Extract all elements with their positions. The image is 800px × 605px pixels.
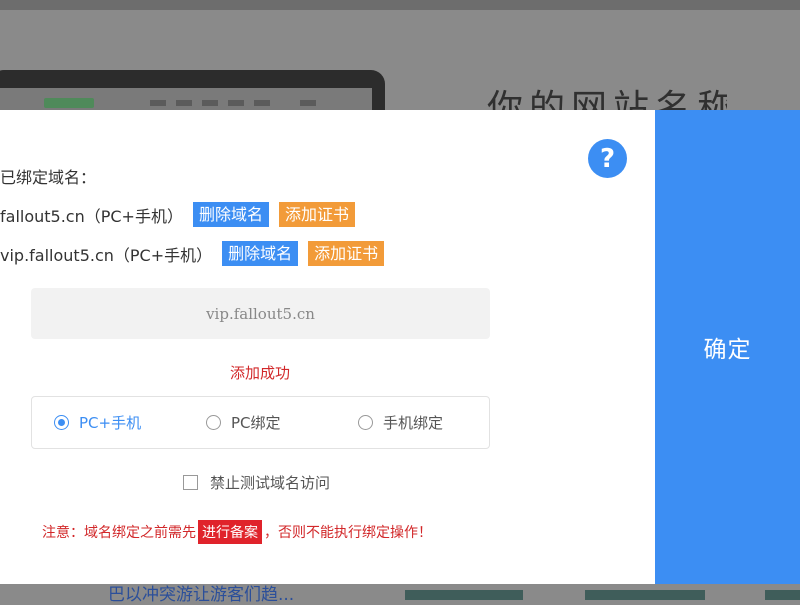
background-thumbnail <box>405 590 523 600</box>
confirm-button[interactable]: 确定 <box>655 110 800 584</box>
add-certificate-button[interactable]: 添加证书 <box>308 241 385 266</box>
domain-name: fallout5.cn（PC+手机） <box>0 206 183 226</box>
success-message: 添加成功 <box>229 364 290 382</box>
radio-pc-mobile[interactable]: PC+手机 <box>54 412 141 433</box>
radio-label: 手机绑定 <box>383 414 444 432</box>
radio-label: PC+手机 <box>79 414 142 432</box>
add-certificate-button[interactable]: 添加证书 <box>278 202 355 227</box>
domain-input[interactable] <box>31 288 490 339</box>
background-top-bar <box>0 0 800 10</box>
radio-label: PC绑定 <box>231 414 281 432</box>
help-icon[interactable]: ? <box>588 139 627 178</box>
background-thumbnail <box>585 590 705 600</box>
radio-unchecked-icon <box>358 415 373 430</box>
background-heading: 你的网站名称 <box>487 88 727 110</box>
radio-mobile[interactable]: 手机绑定 <box>358 412 443 433</box>
notice-suffix: ，否则不能执行绑定操作！ <box>264 525 432 541</box>
notice-highlight: 进行备案 <box>198 520 262 544</box>
bound-domain-row: vip.fallout5.cn（PC+手机） 删除域名 添加证书 <box>0 241 394 266</box>
domain-name: vip.fallout5.cn（PC+手机） <box>0 245 213 265</box>
delete-domain-button[interactable]: 删除域名 <box>192 202 269 227</box>
checkbox-icon[interactable] <box>183 475 198 490</box>
background-thumbnail <box>765 590 800 600</box>
notice-prefix: 注意：域名绑定之前需先 <box>42 525 196 541</box>
radio-unchecked-icon <box>206 415 221 430</box>
notice-text: 注意：域名绑定之前需先 进行备案 ，否则不能执行绑定操作！ <box>42 520 432 544</box>
domain-binding-dialog <box>0 110 655 584</box>
binding-type-group: PC+手机 PC绑定 手机绑定 <box>31 396 490 449</box>
background-logo <box>44 98 94 108</box>
disable-test-domain-checkbox[interactable]: 禁止测试域名访问 <box>183 472 330 493</box>
checkbox-label: 禁止测试域名访问 <box>210 474 331 492</box>
bound-domains-title: 已绑定域名： <box>0 168 97 187</box>
radio-pc[interactable]: PC绑定 <box>206 412 281 433</box>
radio-checked-icon <box>54 415 69 430</box>
bound-domain-row: fallout5.cn（PC+手机） 删除域名 添加证书 <box>0 202 365 227</box>
delete-domain-button[interactable]: 删除域名 <box>222 241 299 266</box>
